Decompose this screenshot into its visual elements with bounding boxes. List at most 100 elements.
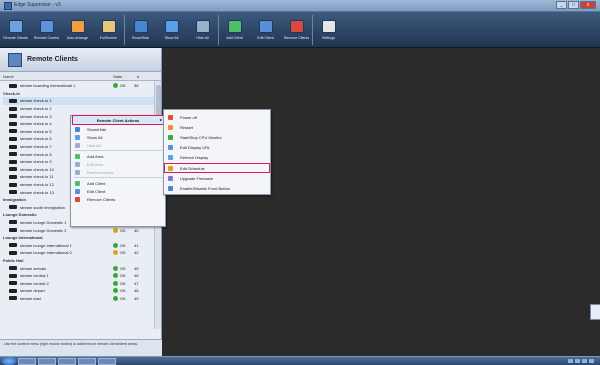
taskbar-button[interactable] xyxy=(58,357,76,365)
client-number: 41 xyxy=(134,242,139,248)
toolbar-button-label: Remote Control xyxy=(33,36,60,40)
add-user-icon xyxy=(227,20,242,33)
status-icon xyxy=(113,106,118,111)
tree-client-row[interactable]: stream arrivals OK 45 xyxy=(3,264,158,272)
toolbar-button-label: Hide All xyxy=(196,36,209,40)
status-icon xyxy=(113,227,118,233)
tree-client-row[interactable]: stream depart OK 48 xyxy=(3,287,158,295)
toolbar-button-label: Add Client xyxy=(226,36,243,40)
column-name[interactable]: Name xyxy=(3,74,113,79)
client-icon xyxy=(9,296,17,301)
client-name: stream lounge Domestic 2 xyxy=(20,227,67,233)
tree-client-row[interactable]: stream check-in 2 xyxy=(3,105,158,113)
client-icon xyxy=(9,205,17,210)
client-workspace[interactable] xyxy=(163,48,600,356)
client-icon xyxy=(9,98,17,103)
tree-client-row[interactable]: stream east OK 49 xyxy=(3,295,158,303)
tree-client-row[interactable]: stream lounge International 1 OK 41 xyxy=(3,241,158,249)
toolbar-button[interactable]: Hide All xyxy=(187,12,218,48)
menu-item[interactable]: Show/Hide xyxy=(71,125,165,133)
client-number: 49 xyxy=(134,295,139,301)
menu-item[interactable]: Add Area xyxy=(71,152,165,160)
submenu-item-label: Upgrade Firmware xyxy=(180,175,214,181)
add-area-icon xyxy=(75,153,80,159)
toolbar-button[interactable]: Show All xyxy=(156,12,187,48)
client-icon xyxy=(9,152,17,157)
toolbar-button[interactable]: FullScreen xyxy=(93,12,124,48)
menu-item[interactable]: Add Client xyxy=(71,179,165,187)
submenu-item[interactable]: Enable/Disable Front Button xyxy=(164,183,270,193)
toolbar-button[interactable]: Edit Client xyxy=(250,12,281,48)
client-icon xyxy=(9,159,17,164)
taskbar-button[interactable] xyxy=(38,357,56,365)
tray-icon[interactable] xyxy=(589,359,594,363)
status-icon xyxy=(113,250,118,256)
tree-client-row[interactable]: stream boarding International 1 OK 36 xyxy=(3,82,158,90)
client-state: OK xyxy=(120,288,126,294)
close-button[interactable]: x xyxy=(580,1,596,9)
tree-client-row[interactable]: stream central 1 OK 46 xyxy=(3,272,158,280)
taskbar-button[interactable] xyxy=(78,357,96,365)
client-icon xyxy=(9,266,17,271)
client-icon xyxy=(9,228,17,233)
submenu-item[interactable]: Power off xyxy=(164,112,270,122)
column-number[interactable]: # xyxy=(137,74,149,79)
client-icon xyxy=(9,250,17,255)
toolbar-button[interactable]: Remote Clients xyxy=(0,12,31,48)
action-icon xyxy=(168,134,173,140)
menu-item: Edit Area xyxy=(71,160,165,168)
toolbar-button[interactable]: Settings xyxy=(313,12,344,48)
action-icon xyxy=(168,175,173,181)
submenu-item[interactable]: Start/Stop CPU Monitor xyxy=(164,132,270,142)
client-icon xyxy=(9,174,17,179)
tree-group[interactable]: Public Hall xyxy=(3,257,158,265)
client-number: 36 xyxy=(134,83,139,89)
tree-client-row[interactable]: stream lounge Domestic 2 OK 40 xyxy=(3,226,158,234)
client-number: 48 xyxy=(134,288,139,294)
submenu-item[interactable]: Upgrade Firmware xyxy=(164,173,270,183)
taskbar-button[interactable] xyxy=(18,357,36,365)
menu-item[interactable]: Edit Client xyxy=(71,187,165,195)
client-state: OK xyxy=(120,242,126,248)
tree-group[interactable]: Check-In xyxy=(3,90,158,98)
tree-client-row[interactable]: stream lounge International 2 OK 42 xyxy=(3,249,158,257)
client-icon xyxy=(9,288,17,293)
toolbar-button[interactable]: Show/Hide xyxy=(125,12,156,48)
submenu-item[interactable]: Refresh Display xyxy=(164,153,270,163)
side-panel-tab[interactable] xyxy=(590,304,600,320)
menu-item: Hide All xyxy=(71,141,165,149)
maximize-button[interactable]: □ xyxy=(568,1,579,9)
column-state[interactable]: State xyxy=(113,74,137,79)
status-icon xyxy=(113,98,118,103)
minimize-button[interactable]: _ xyxy=(556,1,567,9)
menu-item[interactable]: Show All xyxy=(71,133,165,141)
menu-separator xyxy=(74,177,162,178)
menu-item[interactable]: Remove Clients xyxy=(71,195,165,203)
action-icon xyxy=(168,145,173,151)
menu-item-label: Edit Area xyxy=(87,161,104,167)
status-icon xyxy=(113,265,118,271)
toolbar-button[interactable]: Remote Control xyxy=(31,12,62,48)
menu-item: Remove Areas xyxy=(71,168,165,176)
tree-group[interactable]: Lounge International xyxy=(3,234,158,242)
tray-icon[interactable] xyxy=(568,359,573,363)
submenu-item[interactable]: Edit Display URL xyxy=(164,143,270,153)
toolbar-button[interactable]: Remove Clients xyxy=(281,12,312,48)
client-name: stream arrivals xyxy=(20,265,47,271)
status-icon xyxy=(113,83,118,89)
context-menu: Remote Client Actions ▸ Show/Hide Show Al… xyxy=(70,115,166,227)
tray-icon[interactable] xyxy=(575,359,580,363)
taskbar-button[interactable] xyxy=(98,357,116,365)
toolbar-button[interactable]: Add Client xyxy=(219,12,250,48)
submenu-item[interactable]: Restart xyxy=(164,122,270,132)
windows-icon xyxy=(75,134,80,140)
toolbar-button[interactable]: Auto Arrange xyxy=(62,12,93,48)
eye-icon xyxy=(75,126,80,132)
client-icon xyxy=(9,83,17,88)
tree-client-row[interactable]: stream check-in 1 xyxy=(3,97,158,105)
start-button[interactable] xyxy=(2,357,16,365)
client-name: stream central 1 xyxy=(20,273,49,279)
tray-icon[interactable] xyxy=(582,359,587,363)
toolbar-button-label: Auto Arrange xyxy=(67,36,88,40)
tree-client-row[interactable]: stream central 2 OK 47 xyxy=(3,279,158,287)
